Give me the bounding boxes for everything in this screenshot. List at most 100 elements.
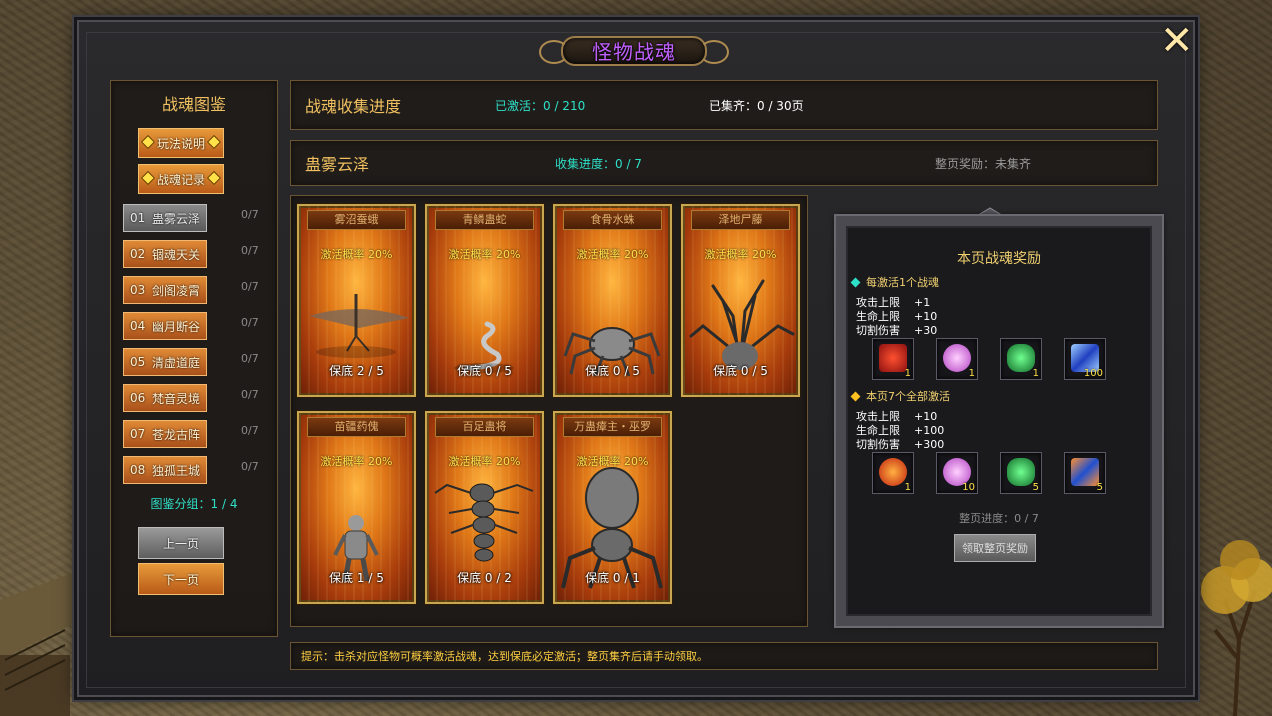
category-item-02[interactable]: 02 锢魂天关 — [123, 240, 207, 268]
soul-card-grid: 雾沼蚕蛾 激活概率 20% 保底 2 / 5 青鳞蛊蛇 激活概率 20% 保底 … — [290, 195, 808, 627]
diamond-icon — [140, 170, 156, 186]
category-name: 独孤王城 — [152, 463, 201, 478]
summary-title: 战魂收集进度 — [305, 97, 402, 116]
tip-bar: 提示：击杀对应怪物可概率激活战魂，达到保底必定激活；整页集齐后请手动领取。 — [290, 642, 1158, 670]
page-reward-panel: 本页战魂奖励 每激活1个战魂 攻击上限 +1 生命上限 +10 切割伤害 +30 1 … — [836, 216, 1162, 626]
card-guarantee: 保底 1 / 5 — [329, 571, 384, 585]
category-name: 苍龙古阵 — [152, 427, 201, 442]
item-count: 10 — [962, 482, 975, 493]
item-count: 5 — [1096, 482, 1103, 493]
card-name: 雾沼蚕蛾 — [307, 210, 406, 230]
title-wing-left — [539, 40, 569, 64]
card-guarantee: 保底 0 / 5 — [713, 364, 768, 378]
soul-card[interactable]: 食骨水蛛 激活概率 20% 保底 0 / 5 — [553, 204, 672, 397]
diamond-icon — [850, 277, 861, 287]
soul-card[interactable]: 百足蛊将 激活概率 20% 保底 0 / 2 — [425, 411, 544, 604]
category-num: 05 — [130, 355, 146, 369]
soul-card[interactable]: 苗疆药傀 激活概率 20% 保底 1 / 5 — [297, 411, 416, 604]
item-count: 100 — [1083, 368, 1103, 379]
title-wing-right — [699, 40, 729, 64]
item-count: 1 — [904, 368, 911, 379]
category-count: 0/7 — [241, 352, 259, 365]
page-reward-progress: 整页进度：0 / 7 — [959, 512, 1039, 525]
window-title: 怪物战魂 — [592, 39, 676, 64]
stat-value: +30 — [914, 324, 938, 337]
stat-value: +300 — [914, 438, 945, 451]
soul-log-button[interactable]: 战魂记录 — [138, 164, 224, 194]
red-token-icon[interactable]: 1 — [872, 452, 914, 494]
category-item-07[interactable]: 07 苍龙古阵 — [123, 420, 207, 448]
stat-name: 切割伤害 — [856, 438, 900, 451]
title-plate: 怪物战魂 — [539, 30, 729, 70]
red-book-icon[interactable]: 1 — [872, 338, 914, 380]
full-page-header: 本页7个全部激活 — [850, 388, 950, 404]
tip-text: 提示：击杀对应怪物可概率激活战魂，达到保底必定激活；整页集齐后请手动领取。 — [301, 650, 708, 663]
soul-card[interactable]: 万蛊瘴主・巫罗 激活概率 20% 保底 0 / 1 — [553, 411, 672, 604]
diamond-icon — [140, 134, 156, 150]
close-x-icon[interactable]: ✕ — [1160, 21, 1194, 61]
category-item-04[interactable]: 04 幽月断谷 — [123, 312, 207, 340]
soul-codex-panel: 战魂图鉴 玩法说明 战魂记录 01 蛊雾云泽 0/7 02 锢魂天关 0/7 03 剑… — [110, 80, 278, 637]
card-guarantee: 保底 2 / 5 — [329, 364, 384, 378]
category-num: 01 — [130, 211, 146, 225]
card-guarantee: 保底 0 / 5 — [585, 364, 640, 378]
stat-row: 切割伤害 +300 — [856, 436, 944, 452]
item-count: 1 — [904, 482, 911, 493]
category-count: 0/7 — [241, 316, 259, 329]
page-reward-status: 整页奖励：未集齐 — [935, 156, 1032, 171]
category-num: 04 — [130, 319, 146, 333]
item-count: 5 — [1032, 482, 1039, 493]
jade-toad-icon[interactable]: 1 — [1000, 338, 1042, 380]
category-name: 梵音灵境 — [152, 391, 201, 406]
card-name: 苗疆药傀 — [307, 417, 406, 437]
category-item-05[interactable]: 05 清虚道庭 — [123, 348, 207, 376]
page-info-bar: 蛊雾云泽 收集进度：0 / 7 整页奖励：未集齐 — [290, 140, 1158, 186]
category-item-08[interactable]: 08 独孤王城 — [123, 456, 207, 484]
card-guarantee: 保底 0 / 2 — [457, 571, 512, 585]
category-num: 03 — [130, 283, 146, 297]
category-name: 幽月断谷 — [152, 319, 201, 334]
tree-decoration — [1201, 540, 1272, 716]
category-item-03[interactable]: 03 剑阁凌霄 — [123, 276, 207, 304]
collection-summary-bar: 战魂收集进度 已激活：0 / 210 已集齐：0 / 30页 — [290, 80, 1158, 130]
codex-title: 战魂图鉴 — [161, 95, 226, 114]
pink-orb-icon[interactable]: 1 — [936, 338, 978, 380]
category-name: 清虚道庭 — [152, 355, 201, 370]
rules-button[interactable]: 玩法说明 — [138, 128, 224, 158]
next-page-button[interactable]: 下一页 — [138, 563, 224, 595]
claim-page-reward-button[interactable]: 领取整页奖励 — [954, 534, 1036, 562]
category-count: 0/7 — [241, 280, 259, 293]
card-name: 青鳞蛊蛇 — [435, 210, 534, 230]
diamond-icon — [206, 170, 222, 186]
item-count: 1 — [968, 368, 975, 379]
hut-decoration — [0, 570, 80, 716]
category-item-01[interactable]: 01 蛊雾云泽 — [123, 204, 207, 232]
page-title: 蛊雾云泽 — [305, 155, 370, 174]
per-activation-header: 每激活1个战魂 — [850, 274, 939, 290]
soul-card[interactable]: 青鳞蛊蛇 激活概率 20% 保底 0 / 5 — [425, 204, 544, 397]
category-name: 蛊雾云泽 — [152, 211, 201, 226]
category-name: 锢魂天关 — [152, 247, 201, 262]
group-indicator: 图鉴分组：1 / 4 — [150, 497, 238, 511]
category-count: 0/7 — [241, 244, 259, 257]
soul-card[interactable]: 泽地尸藤 激活概率 20% 保底 0 / 5 — [681, 204, 800, 397]
prev-page-button[interactable]: 上一页 — [138, 527, 224, 559]
reward-title: 本页战魂奖励 — [957, 251, 1041, 267]
category-num: 02 — [130, 247, 146, 261]
category-item-06[interactable]: 06 梵音灵境 — [123, 384, 207, 412]
pink-orb-icon[interactable]: 10 — [936, 452, 978, 494]
diamond-icon — [206, 134, 222, 150]
soul-card[interactable]: 雾沼蚕蛾 激活概率 20% 保底 2 / 5 — [297, 204, 416, 397]
blue-orange-gem-icon[interactable]: 5 — [1064, 452, 1106, 494]
diamond-icon — [850, 391, 861, 401]
blue-crystal-icon[interactable]: 100 — [1064, 338, 1106, 380]
category-num: 06 — [130, 391, 146, 405]
stat-row: 切割伤害 +30 — [856, 322, 937, 338]
category-count: 0/7 — [241, 388, 259, 401]
card-name: 食骨水蛛 — [563, 210, 662, 230]
category-num: 07 — [130, 427, 146, 441]
jade-toad-icon[interactable]: 5 — [1000, 452, 1042, 494]
item-count: 1 — [1032, 368, 1039, 379]
stat-name: 切割伤害 — [856, 324, 900, 337]
card-name: 万蛊瘴主・巫罗 — [563, 417, 662, 437]
